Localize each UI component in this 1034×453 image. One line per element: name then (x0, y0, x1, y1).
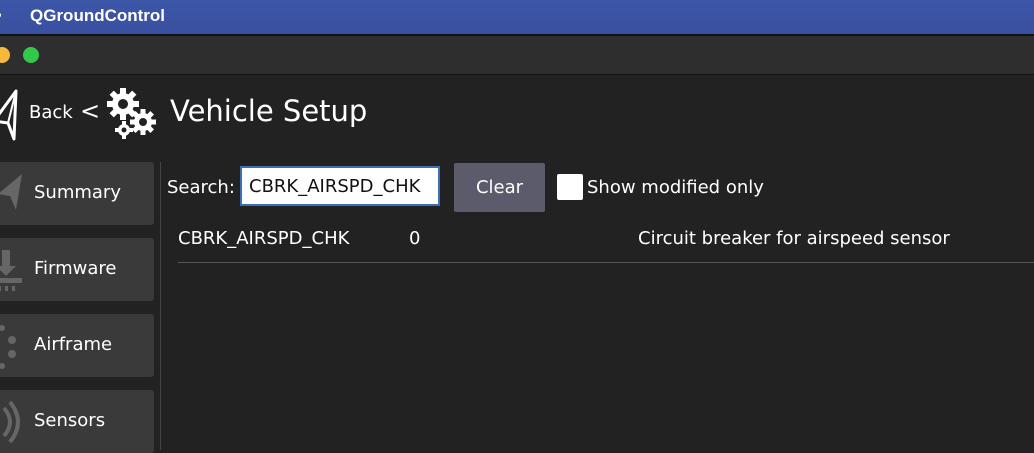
sidebar-item-summary[interactable]: Summary (0, 162, 154, 225)
apple-menu-icon[interactable]: • (0, 6, 3, 25)
sidebar-item-airframe[interactable]: Airframe (0, 314, 154, 377)
airframe-dots-icon (0, 325, 16, 369)
window-titlebar (0, 36, 1034, 74)
sidebar-item-label: Sensors (34, 410, 106, 431)
show-modified-label[interactable]: Show modified only (587, 177, 764, 198)
paper-plane-logo-icon[interactable] (0, 87, 22, 145)
setup-sidebar: Summary Firmware Airframe Sensors (0, 162, 155, 453)
app-name-menu[interactable]: QGroundControl (30, 6, 165, 26)
sidebar-divider (160, 162, 161, 450)
toolbar: Back < Vehicle Setup (0, 75, 1034, 160)
sidebar-item-label: Airframe (34, 334, 113, 355)
show-modified-checkbox[interactable] (557, 174, 583, 200)
param-row[interactable]: CBRK_AIRSPD_CHK 0 Circuit breaker for ai… (178, 228, 1034, 262)
sidebar-item-sensors[interactable]: Sensors (0, 390, 154, 453)
page-title: Vehicle Setup (170, 94, 368, 128)
sidebar-item-label: Firmware (34, 258, 117, 279)
row-divider (178, 262, 1034, 263)
clear-button[interactable]: Clear (454, 163, 545, 212)
param-value: 0 (409, 228, 421, 249)
macos-menubar: • QGroundControl (0, 0, 1034, 34)
search-label: Search: (167, 177, 235, 198)
sidebar-item-firmware[interactable]: Firmware (0, 238, 154, 301)
radio-waves-icon (2, 400, 20, 444)
param-description: Circuit breaker for airspeed sensor (638, 228, 950, 249)
minimize-window-icon[interactable] (0, 47, 10, 63)
sidebar-item-label: Summary (34, 182, 121, 203)
paper-plane-icon (0, 174, 22, 210)
search-input[interactable] (240, 166, 440, 206)
gears-icon (107, 88, 156, 139)
zoom-window-icon[interactable] (23, 47, 39, 63)
param-name: CBRK_AIRSPD_CHK (178, 228, 350, 249)
download-icon (0, 250, 22, 291)
back-button[interactable]: Back (29, 102, 73, 123)
chevron-left-icon: < (80, 97, 101, 125)
